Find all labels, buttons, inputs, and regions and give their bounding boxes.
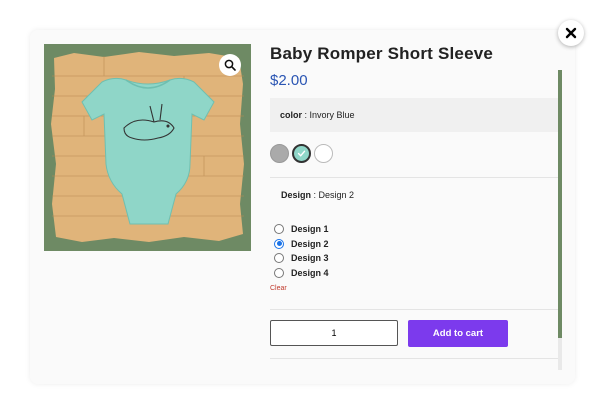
- swatch-gray[interactable]: [270, 144, 289, 163]
- design-option-2[interactable]: Design 2: [274, 237, 329, 252]
- scrollbar-thumb[interactable]: [558, 70, 562, 338]
- radio-button[interactable]: [274, 267, 284, 278]
- clear-selection-link[interactable]: Clear: [270, 285, 287, 292]
- color-attribute-row: color : Invory Blue: [270, 98, 562, 132]
- swatch-white[interactable]: [314, 144, 333, 163]
- product-photo: [51, 52, 244, 242]
- option-label: Design 4: [291, 267, 329, 278]
- product-price: $2.00: [270, 72, 308, 89]
- product-title: Baby Romper Short Sleeve: [270, 44, 494, 63]
- product-image: [44, 44, 251, 251]
- radio-button[interactable]: [274, 224, 284, 235]
- color-swatches: [270, 144, 333, 163]
- color-attribute-label: color : Invory Blue: [280, 110, 355, 120]
- design-option-1[interactable]: Design 1: [274, 222, 329, 237]
- divider: [270, 177, 562, 178]
- design-label: Design: [281, 190, 312, 200]
- close-icon: [565, 27, 577, 39]
- color-label: color: [280, 110, 303, 120]
- design-options: Design 1 Design 2 Design 3 Design 4: [274, 222, 329, 280]
- check-icon: [297, 150, 306, 157]
- option-label: Design 3: [291, 253, 329, 264]
- divider: [270, 358, 562, 359]
- add-to-cart-button[interactable]: Add to cart: [408, 320, 508, 347]
- option-label: Design 2: [291, 238, 329, 249]
- swatch-mint[interactable]: [292, 144, 311, 163]
- design-value: Design 2: [318, 190, 355, 200]
- design-attribute-label: Design : Design 2: [281, 190, 355, 200]
- design-option-3[interactable]: Design 3: [274, 251, 329, 266]
- zoom-button[interactable]: [219, 54, 241, 76]
- option-label: Design 1: [291, 224, 329, 235]
- divider: [270, 309, 562, 310]
- close-button[interactable]: [558, 20, 584, 46]
- design-option-4[interactable]: Design 4: [274, 266, 329, 281]
- quantity-input[interactable]: [270, 320, 398, 346]
- color-value: Invory Blue: [309, 110, 355, 120]
- quick-view-modal: Baby Romper Short Sleeve $2.00 color : I…: [30, 30, 575, 384]
- radio-button-selected[interactable]: [274, 238, 284, 249]
- magnifier-icon: [224, 59, 236, 71]
- radio-button[interactable]: [274, 253, 284, 264]
